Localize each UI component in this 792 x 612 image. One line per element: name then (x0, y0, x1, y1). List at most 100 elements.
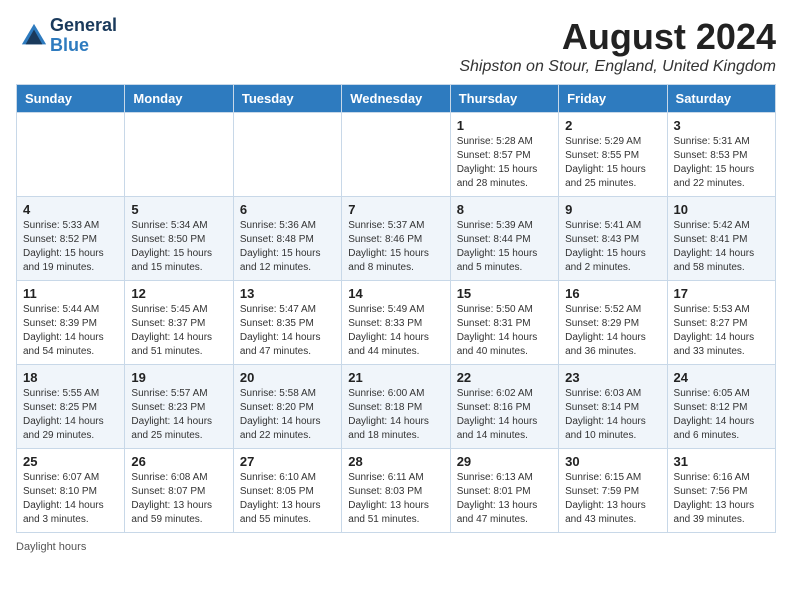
calendar-cell: 4 Sunrise: 5:33 AM Sunset: 8:52 PM Daylig… (17, 197, 125, 281)
title-block: August 2024 Shipston on Stour, England, … (459, 16, 776, 76)
calendar-cell: 3 Sunrise: 5:31 AM Sunset: 8:53 PM Daylig… (667, 113, 775, 197)
day-info: Sunrise: 5:58 AM Sunset: 8:20 PM Dayligh… (240, 387, 335, 443)
day-info: Sunrise: 6:13 AM Sunset: 8:01 PM Dayligh… (457, 471, 552, 527)
day-number: 20 (240, 370, 335, 385)
day-number: 24 (674, 370, 769, 385)
day-info: Sunrise: 5:37 AM Sunset: 8:46 PM Dayligh… (348, 219, 443, 275)
day-info: Sunrise: 5:45 AM Sunset: 8:37 PM Dayligh… (131, 303, 226, 359)
page-header: General Blue August 2024 Shipston on Sto… (16, 16, 776, 76)
day-number: 10 (674, 202, 769, 217)
day-number: 7 (348, 202, 443, 217)
calendar-cell: 7 Sunrise: 5:37 AM Sunset: 8:46 PM Daylig… (342, 197, 450, 281)
calendar-cell: 1 Sunrise: 5:28 AM Sunset: 8:57 PM Daylig… (450, 113, 558, 197)
calendar-cell: 11Sunrise: 5:44 AM Sunset: 8:39 PM Dayli… (17, 281, 125, 365)
day-number: 13 (240, 286, 335, 301)
calendar-cell: 5Sunrise: 5:34 AM Sunset: 8:50 PM Daylig… (125, 197, 233, 281)
day-info: Sunrise: 6:00 AM Sunset: 8:18 PM Dayligh… (348, 387, 443, 443)
day-info: Sunrise: 5:29 AM Sunset: 8:55 PM Dayligh… (565, 135, 660, 191)
col-thursday: Thursday (450, 85, 558, 113)
day-number: 2 (565, 118, 660, 133)
calendar-cell: 28 Sunrise: 6:11 AM Sunset: 8:03 PM Dayli… (342, 449, 450, 533)
day-number: 11 (23, 286, 118, 301)
day-info: Sunrise: 5:41 AM Sunset: 8:43 PM Dayligh… (565, 219, 660, 275)
calendar-cell: 18 Sunrise: 5:55 AM Sunset: 8:25 PM Dayli… (17, 365, 125, 449)
calendar-cell: 15Sunrise: 5:50 AM Sunset: 8:31 PM Dayli… (450, 281, 558, 365)
day-info: Sunrise: 5:57 AM Sunset: 8:23 PM Dayligh… (131, 387, 226, 443)
calendar-cell: 29Sunrise: 6:13 AM Sunset: 8:01 PM Dayli… (450, 449, 558, 533)
calendar-cell: 30 Sunrise: 6:15 AM Sunset: 7:59 PM Dayli… (559, 449, 667, 533)
calendar-cell: 25Sunrise: 6:07 AM Sunset: 8:10 PM Dayli… (17, 449, 125, 533)
day-info: Sunrise: 6:11 AM Sunset: 8:03 PM Dayligh… (348, 471, 443, 527)
calendar-cell: 21Sunrise: 6:00 AM Sunset: 8:18 PM Dayli… (342, 365, 450, 449)
day-info: Sunrise: 5:47 AM Sunset: 8:35 PM Dayligh… (240, 303, 335, 359)
day-info: Sunrise: 5:49 AM Sunset: 8:33 PM Dayligh… (348, 303, 443, 359)
day-number: 18 (23, 370, 118, 385)
day-number: 4 (23, 202, 118, 217)
col-friday: Friday (559, 85, 667, 113)
day-number: 14 (348, 286, 443, 301)
week-row-5: 25Sunrise: 6:07 AM Sunset: 8:10 PM Dayli… (17, 449, 776, 533)
day-number: 23 (565, 370, 660, 385)
day-number: 16 (565, 286, 660, 301)
calendar-cell: 10Sunrise: 5:42 AM Sunset: 8:41 PM Dayli… (667, 197, 775, 281)
col-wednesday: Wednesday (342, 85, 450, 113)
day-number: 31 (674, 454, 769, 469)
col-tuesday: Tuesday (233, 85, 341, 113)
day-info: Sunrise: 6:08 AM Sunset: 8:07 PM Dayligh… (131, 471, 226, 527)
calendar-cell: 6 Sunrise: 5:36 AM Sunset: 8:48 PM Daylig… (233, 197, 341, 281)
calendar-cell: 20 Sunrise: 5:58 AM Sunset: 8:20 PM Dayli… (233, 365, 341, 449)
calendar-table: Sunday Monday Tuesday Wednesday Thursday… (16, 84, 776, 533)
day-info: Sunrise: 5:28 AM Sunset: 8:57 PM Dayligh… (457, 135, 552, 191)
day-number: 6 (240, 202, 335, 217)
calendar-cell (125, 113, 233, 197)
day-info: Sunrise: 6:16 AM Sunset: 7:56 PM Dayligh… (674, 471, 769, 527)
day-number: 3 (674, 118, 769, 133)
calendar-cell: 16 Sunrise: 5:52 AM Sunset: 8:29 PM Dayli… (559, 281, 667, 365)
day-number: 5 (131, 202, 226, 217)
month-year-title: August 2024 (459, 16, 776, 58)
logo-general-text: General (50, 16, 117, 36)
day-info: Sunrise: 6:15 AM Sunset: 7:59 PM Dayligh… (565, 471, 660, 527)
week-row-3: 11Sunrise: 5:44 AM Sunset: 8:39 PM Dayli… (17, 281, 776, 365)
calendar-cell (233, 113, 341, 197)
day-number: 30 (565, 454, 660, 469)
calendar-cell: 31 Sunrise: 6:16 AM Sunset: 7:56 PM Dayli… (667, 449, 775, 533)
calendar-cell: 9Sunrise: 5:41 AM Sunset: 8:43 PM Daylig… (559, 197, 667, 281)
calendar-cell: 17 Sunrise: 5:53 AM Sunset: 8:27 PM Dayli… (667, 281, 775, 365)
day-number: 28 (348, 454, 443, 469)
day-info: Sunrise: 5:31 AM Sunset: 8:53 PM Dayligh… (674, 135, 769, 191)
logo: General Blue (16, 16, 117, 56)
calendar-cell: 27 Sunrise: 6:10 AM Sunset: 8:05 PM Dayli… (233, 449, 341, 533)
day-info: Sunrise: 6:05 AM Sunset: 8:12 PM Dayligh… (674, 387, 769, 443)
day-info: Sunrise: 5:55 AM Sunset: 8:25 PM Dayligh… (23, 387, 118, 443)
day-number: 17 (674, 286, 769, 301)
day-number: 27 (240, 454, 335, 469)
day-number: 26 (131, 454, 226, 469)
day-info: Sunrise: 5:50 AM Sunset: 8:31 PM Dayligh… (457, 303, 552, 359)
location-subtitle: Shipston on Stour, England, United Kingd… (459, 58, 776, 76)
day-number: 25 (23, 454, 118, 469)
day-info: Sunrise: 6:10 AM Sunset: 8:05 PM Dayligh… (240, 471, 335, 527)
day-info: Sunrise: 5:36 AM Sunset: 8:48 PM Dayligh… (240, 219, 335, 275)
day-info: Sunrise: 5:39 AM Sunset: 8:44 PM Dayligh… (457, 219, 552, 275)
calendar-cell: 26 Sunrise: 6:08 AM Sunset: 8:07 PM Dayli… (125, 449, 233, 533)
day-info: Sunrise: 5:52 AM Sunset: 8:29 PM Dayligh… (565, 303, 660, 359)
calendar-cell: 13 Sunrise: 5:47 AM Sunset: 8:35 PM Dayli… (233, 281, 341, 365)
day-number: 22 (457, 370, 552, 385)
logo-blue-text: Blue (50, 36, 117, 56)
day-number: 19 (131, 370, 226, 385)
day-number: 1 (457, 118, 552, 133)
calendar-cell: 24 Sunrise: 6:05 AM Sunset: 8:12 PM Dayli… (667, 365, 775, 449)
logo-icon (20, 22, 48, 50)
calendar-cell: 12Sunrise: 5:45 AM Sunset: 8:37 PM Dayli… (125, 281, 233, 365)
week-row-1: 1 Sunrise: 5:28 AM Sunset: 8:57 PM Daylig… (17, 113, 776, 197)
day-info: Sunrise: 5:33 AM Sunset: 8:52 PM Dayligh… (23, 219, 118, 275)
calendar-cell: 23Sunrise: 6:03 AM Sunset: 8:14 PM Dayli… (559, 365, 667, 449)
day-info: Sunrise: 5:53 AM Sunset: 8:27 PM Dayligh… (674, 303, 769, 359)
daylight-hours-label: Daylight hours (16, 541, 86, 553)
week-row-2: 4 Sunrise: 5:33 AM Sunset: 8:52 PM Daylig… (17, 197, 776, 281)
calendar-cell: 14 Sunrise: 5:49 AM Sunset: 8:33 PM Dayli… (342, 281, 450, 365)
calendar-cell (17, 113, 125, 197)
calendar-cell (342, 113, 450, 197)
calendar-cell: 8Sunrise: 5:39 AM Sunset: 8:44 PM Daylig… (450, 197, 558, 281)
